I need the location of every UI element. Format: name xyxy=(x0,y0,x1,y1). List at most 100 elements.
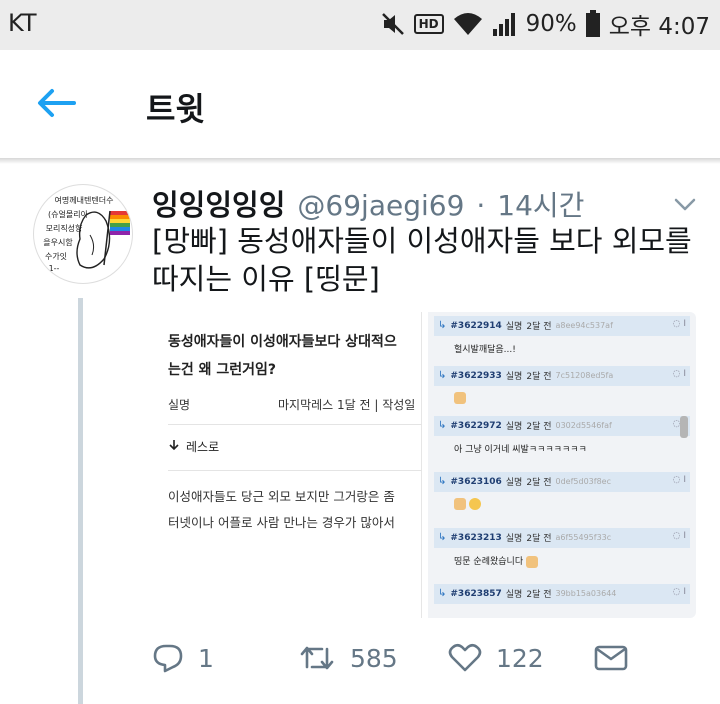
reply-label: 레스로 xyxy=(186,440,220,454)
comment-id: #3623106 xyxy=(450,476,502,487)
reply-link: 레스로 xyxy=(168,438,219,455)
tweet: 여명께내텐텐더수 (슈얼몰리아 모리직성향 을우시함 수가잇 1-- 잉잉잉잉잉… xyxy=(0,164,720,704)
comment-item: ↳ #3622972 실명 2달 전 0302d5546faf ◌ I 아 그냥… xyxy=(434,416,690,470)
status-bar: KT HD 90% 오후 4:07 xyxy=(0,0,720,50)
status-icons: HD 90% 오후 4:07 xyxy=(380,6,710,42)
post-author: 실명 xyxy=(168,398,191,412)
comment-item: ↳ #3623857 실명 2달 전 39bb15a03644 ◌ I xyxy=(434,584,690,618)
share-dm-button[interactable] xyxy=(594,636,628,680)
envelope-icon xyxy=(594,644,628,672)
clock: 오후 4:07 xyxy=(608,14,710,40)
chevron-down-icon xyxy=(670,198,700,220)
thread-line xyxy=(78,298,83,704)
thumbs-up-emoji-icon xyxy=(454,498,466,510)
retweet-count: 585 xyxy=(350,643,398,673)
post-title-line: 는건 왜 그런거임? xyxy=(168,362,277,378)
post-meta: 마지막레스 1달 전 | 작성일 xyxy=(278,398,416,412)
carrier-label: KT xyxy=(8,9,37,37)
like-count: 122 xyxy=(496,643,544,673)
avatar-text-line: (슈얼몰리아 xyxy=(48,209,89,219)
post-body: 이성애자들도 당근 외모 보지만 그거랑은 좀 터넷이나 어플로 사람 만나는 … xyxy=(168,484,428,536)
reply-arrow-icon: ↳ xyxy=(438,588,447,599)
comment-body xyxy=(454,392,466,404)
post-body-line: 이성애자들도 당근 외모 보지만 그거랑은 좀 xyxy=(168,489,395,504)
tweet-author-row: 잉잉잉잉잉 @69jaegi69 · 14시간 xyxy=(152,182,584,222)
tweet-menu-button[interactable] xyxy=(670,192,700,216)
tweet-media[interactable]: 동성애자들이 이성애자들보다 상대적으 는건 왜 그런거임? 실명 마지막레스 … xyxy=(152,312,696,618)
comment-author: 실명 xyxy=(505,322,523,332)
reply-button[interactable]: 1 xyxy=(152,636,214,680)
comment-body-text: 띵문 순례왔습니다 xyxy=(454,557,524,567)
comment-body: 띵문 순례왔습니다 xyxy=(454,554,538,568)
reply-arrow-icon: ↳ xyxy=(438,476,447,487)
reply-count: 1 xyxy=(198,643,214,673)
comment-item: ↳ #3623213 실명 2달 전 a6f55495f33c ◌ I 띵문 순… xyxy=(434,528,690,582)
comment-item: ↳ #3623106 실명 2달 전 0def5d03f8ec ◌ I xyxy=(434,472,690,526)
comment-author: 실명 xyxy=(505,372,523,382)
signal-icon xyxy=(492,11,518,37)
author-name[interactable]: 잉잉잉잉잉 xyxy=(152,182,285,224)
retweet-button[interactable]: 585 xyxy=(298,636,398,680)
divider xyxy=(168,424,422,425)
comment-hash: a8ee94c537af xyxy=(555,321,613,330)
comment-body xyxy=(454,498,481,510)
avatar-text-line: 1-- xyxy=(49,264,60,273)
comment-hash: 39bb15a03644 xyxy=(555,589,617,598)
app-header: 트윗 xyxy=(0,50,720,158)
comment-tools-icon: ◌ I xyxy=(672,319,686,329)
divider xyxy=(168,470,422,471)
comment-author: 실명 xyxy=(505,478,523,488)
comment-id: #3622914 xyxy=(450,320,502,331)
author-handle[interactable]: @69jaegi69 xyxy=(297,189,464,222)
comment-tools-icon: ◌ I xyxy=(672,475,686,485)
media-scrollbar xyxy=(680,416,688,438)
comment-id: #3622933 xyxy=(450,370,502,381)
comment-body: 아 그냥 이거네 씨발ㅋㅋㅋㅋㅋㅋㅋ xyxy=(454,445,587,455)
media-image-left[interactable]: 동성애자들이 이성애자들보다 상대적으 는건 왜 그런거임? 실명 마지막레스 … xyxy=(152,312,422,618)
heart-icon xyxy=(448,643,482,673)
tweet-text: [망빠] 동성애자들이 이성애자들 보다 외모를 따지는 이유 [띵문] xyxy=(152,224,692,296)
page-title: 트윗 xyxy=(146,90,205,128)
hd-icon: HD xyxy=(413,14,444,34)
back-button[interactable] xyxy=(34,83,78,127)
comment-tools-icon: ◌ I xyxy=(672,587,686,597)
comment-time: 2달 전 xyxy=(526,322,552,332)
comment-id: #3622972 xyxy=(450,420,502,431)
comment-tools-icon: ◌ I xyxy=(672,531,686,541)
avatar[interactable]: 여명께내텐텐더수 (슈얼몰리아 모리직성향 을우시함 수가잇 1-- xyxy=(33,184,133,284)
comment-hash: a6f55495f33c xyxy=(555,533,612,542)
comment-time: 2달 전 xyxy=(526,372,552,382)
media-image-right[interactable]: ↳ #3622914 실명 2달 전 a8ee94c537af ◌ I 헐시발깨… xyxy=(428,312,696,618)
post-body-line: 터넷이나 어플로 사람 만나는 경우가 많아서 xyxy=(168,515,395,530)
battery-percent: 90% xyxy=(525,11,577,37)
comment-author: 실명 xyxy=(505,422,523,432)
thumbs-up-emoji-icon xyxy=(525,555,538,568)
separator-dot: · xyxy=(476,189,486,222)
post-title-line: 동성애자들이 이성애자들보다 상대적으 xyxy=(168,334,397,350)
avatar-text-line: 을우시함 xyxy=(43,238,73,247)
smile-emoji-icon xyxy=(468,498,481,510)
comment-time: 2달 전 xyxy=(526,590,552,600)
comment-tools-icon: ◌ I xyxy=(672,369,686,379)
arrow-down-icon xyxy=(168,439,180,454)
like-button[interactable]: 122 xyxy=(448,636,544,680)
tweet-actions: 1 585 122 xyxy=(152,636,696,680)
comment-hash: 7c51208ed5fa xyxy=(555,371,614,380)
arrow-left-icon xyxy=(36,88,76,122)
avatar-text-line: 모리직성향 xyxy=(46,223,83,233)
comment-hash: 0def5d03f8ec xyxy=(555,477,611,486)
thumbs-up-emoji-icon xyxy=(454,392,466,404)
comment-time: 2달 전 xyxy=(526,478,552,488)
comment-hash: 0302d5546faf xyxy=(555,421,612,430)
comment-author: 실명 xyxy=(505,590,523,600)
comment-time: 2달 전 xyxy=(526,534,552,544)
comment-author: 실명 xyxy=(505,534,523,544)
reply-arrow-icon: ↳ xyxy=(438,532,447,543)
retweet-icon xyxy=(298,643,336,673)
mute-icon xyxy=(380,11,406,37)
reply-icon xyxy=(152,643,184,673)
tweet-timestamp[interactable]: 14시간 xyxy=(497,184,584,224)
battery-icon xyxy=(585,10,601,38)
reply-arrow-icon: ↳ xyxy=(438,370,447,381)
avatar-text-line: 수가잇 xyxy=(45,251,67,261)
